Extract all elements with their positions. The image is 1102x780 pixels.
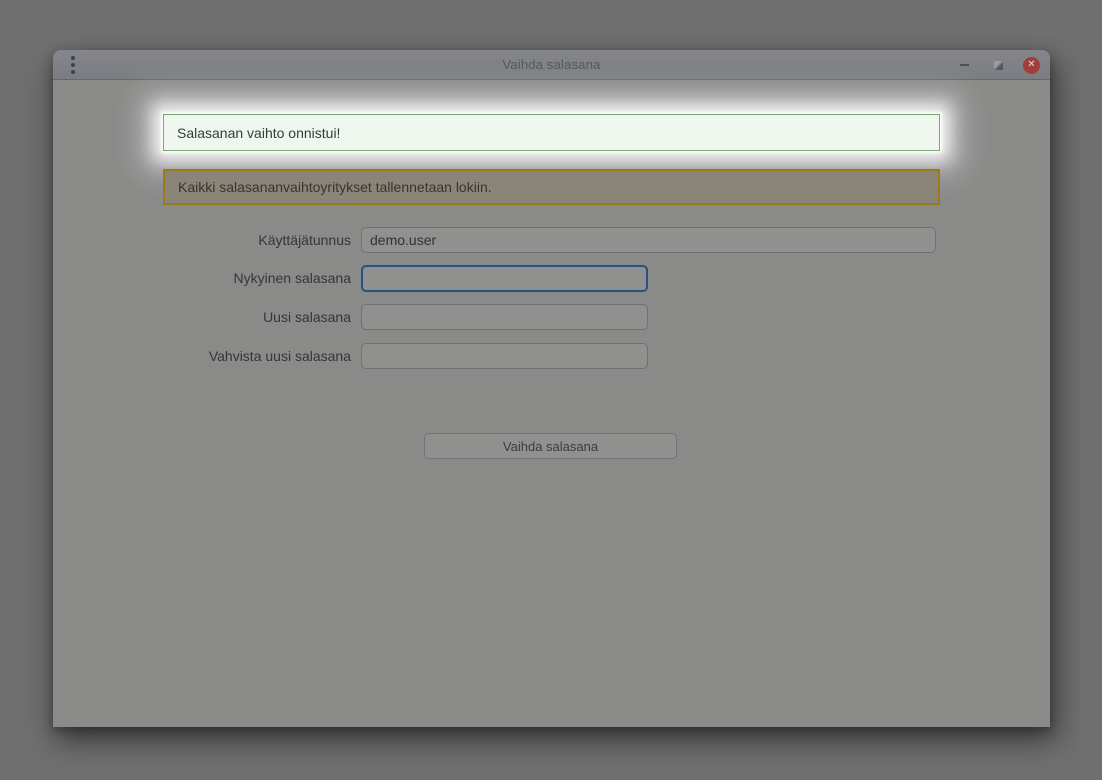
warning-banner: Kaikki salasananvaihtoyritykset tallenne…	[163, 169, 940, 205]
change-password-button[interactable]: Vaihda salasana	[424, 433, 677, 459]
warning-banner-text: Kaikki salasananvaihtoyritykset tallenne…	[178, 179, 492, 195]
confirm-password-label: Vahvista uusi salasana	[53, 343, 351, 369]
success-banner: Salasanan vaihto onnistui!	[163, 114, 940, 151]
window-controls: ✕	[955, 50, 1040, 80]
new-password-input[interactable]	[361, 304, 648, 330]
current-password-label: Nykyinen salasana	[53, 265, 351, 291]
minimize-button[interactable]	[955, 56, 973, 74]
current-password-input[interactable]	[361, 265, 648, 292]
success-banner-text: Salasanan vaihto onnistui!	[177, 125, 340, 141]
close-button[interactable]: ✕	[1023, 57, 1040, 74]
username-input[interactable]	[361, 227, 936, 253]
restore-button[interactable]	[989, 56, 1007, 74]
window-content: Salasanan vaihto onnistui! Kaikki salasa…	[53, 81, 1050, 727]
username-label: Käyttäjätunnus	[53, 227, 351, 253]
menu-kebab-icon[interactable]	[64, 54, 82, 76]
change-password-window: Vaihda salasana ✕ Salasanan vaihto onnis…	[53, 50, 1050, 727]
restore-icon	[994, 61, 1003, 70]
window-title: Vaihda salasana	[53, 57, 1050, 72]
close-icon: ✕	[1027, 60, 1035, 70]
minimize-icon	[960, 64, 969, 66]
new-password-label: Uusi salasana	[53, 304, 351, 330]
titlebar: Vaihda salasana ✕	[53, 50, 1050, 80]
confirm-password-input[interactable]	[361, 343, 648, 369]
